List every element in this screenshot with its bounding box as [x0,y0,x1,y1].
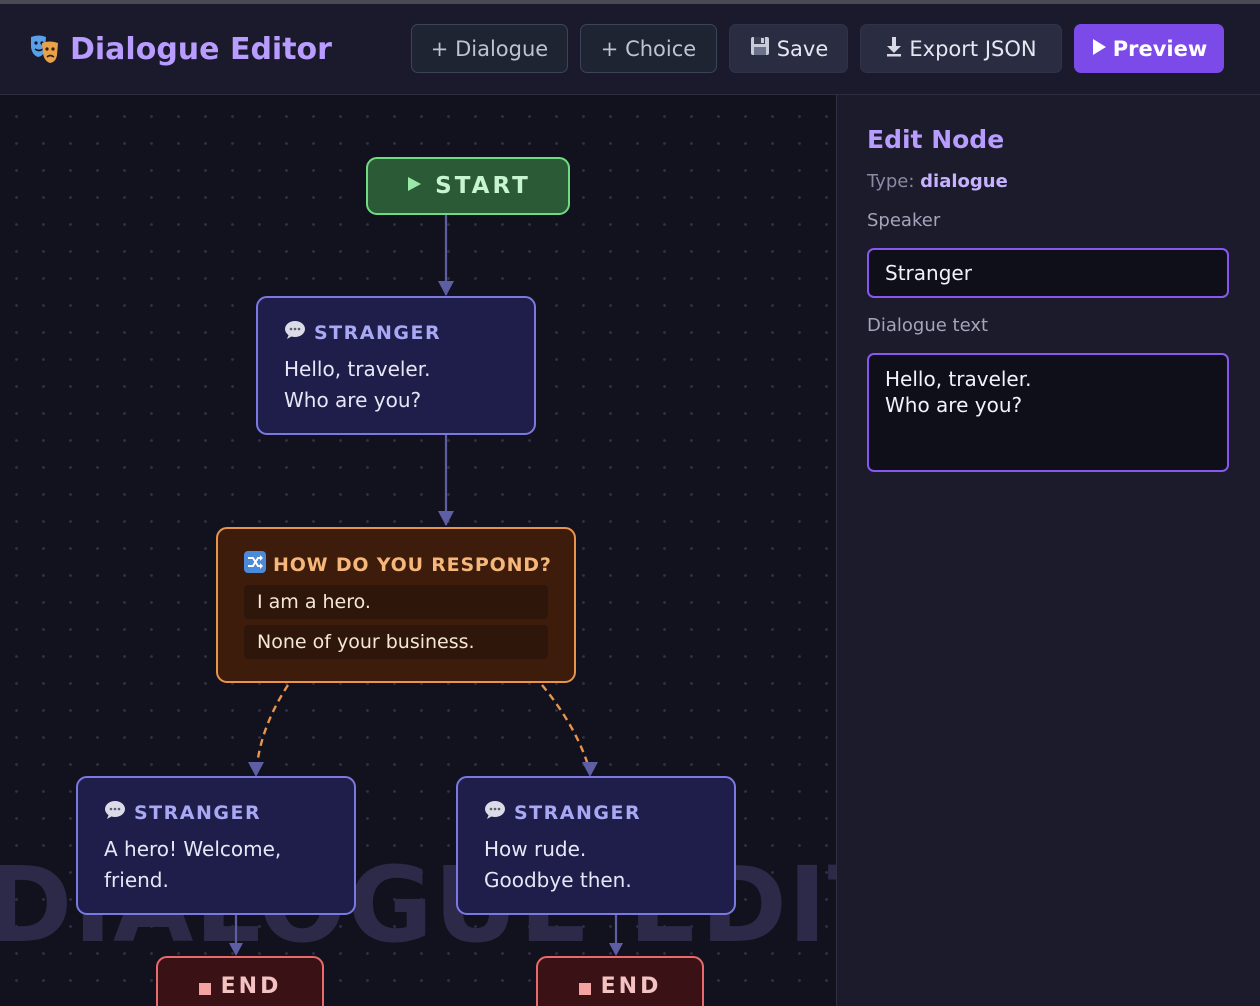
choice-node-header: HOW DO YOU RESPOND? [244,551,552,578]
dialogue-node-header: STRANGER [284,320,441,345]
dialogue-line: Who are you? [284,388,422,412]
end-node-label: END [220,974,282,999]
shuffle-icon [244,551,266,578]
add-choice-button[interactable]: + Choice [580,24,717,73]
dialogue-line: friend. [104,868,169,892]
play-icon [405,173,423,199]
choice-node[interactable]: HOW DO YOU RESPOND? I am a hero. None of… [216,527,576,683]
preview-button[interactable]: Preview [1074,24,1224,73]
speech-bubble-icon [284,320,306,345]
dialogue-node-hero[interactable]: STRANGER A hero! Welcome, friend. [76,776,356,915]
start-node-label: START [435,173,531,199]
theater-masks-icon [28,32,62,66]
dialogue-node-header: STRANGER [104,800,261,825]
add-dialogue-button[interactable]: + Dialogue [411,24,568,73]
export-json-label: Export JSON [909,36,1037,61]
speaker-name: STRANGER [314,321,442,344]
panel-title: Edit Node [867,125,1005,154]
dialogue-line: How rude. [484,837,587,861]
dialogue-text: A hero! Welcome, friend. [104,834,344,896]
play-icon [1091,37,1107,61]
app-title-text: Dialogue Editor [70,31,332,67]
dialogue-line: A hero! Welcome, [104,837,282,861]
add-dialogue-label: + Dialogue [430,36,549,61]
dialogue-text: Hello, traveler. Who are you? [284,354,524,416]
dialogue-text-label: Dialogue text [867,315,989,336]
choice-option-business[interactable]: None of your business. [244,625,548,659]
dialogue-node-header: STRANGER [484,800,641,825]
node-type-label: Type: [867,171,915,192]
save-button[interactable]: Save [729,24,848,73]
speech-bubble-icon [484,800,506,825]
edge-stranger-to-choice [438,434,454,526]
add-choice-label: + Choice [600,36,697,61]
toolbar: Dialogue Editor + Dialogue + Choice Save… [0,4,1260,95]
edit-node-panel: Edit Node Type: dialogue Speaker Dialogu… [836,95,1260,1006]
end-node-hero[interactable]: END [156,956,324,1006]
end-node-label: END [600,974,662,999]
edge-choice-option-1 [248,684,290,777]
edge-choice-option-2 [541,684,598,777]
floppy-disk-icon [749,35,771,62]
end-node-rude[interactable]: END [536,956,704,1006]
speaker-name: STRANGER [514,801,642,824]
export-json-button[interactable]: Export JSON [860,24,1062,73]
app-title: Dialogue Editor [28,30,332,68]
choice-title: HOW DO YOU RESPOND? [273,553,552,576]
dialogue-text: How rude. Goodbye then. [484,834,724,896]
speech-bubble-icon [104,800,126,825]
dialogue-line: Hello, traveler. [284,357,431,381]
edge-rude-to-end [609,914,623,956]
node-type-value: dialogue [920,171,1008,192]
dialogue-text-input[interactable]: Hello, traveler. Who are you? [867,353,1229,472]
node-canvas[interactable]: DIALOGUE EDITOR [0,95,836,1006]
start-node[interactable]: START [366,157,570,215]
stop-square-icon [578,983,591,995]
dialogue-line: Goodbye then. [484,868,632,892]
node-type-row: Type: dialogue [867,171,1008,192]
stop-square-icon [198,983,211,995]
edge-hero-to-end [229,914,243,956]
preview-label: Preview [1112,36,1208,61]
save-label: Save [776,36,829,61]
dialogue-node-rude[interactable]: STRANGER How rude. Goodbye then. [456,776,736,915]
edge-start-to-stranger [438,215,454,296]
speaker-input[interactable] [867,248,1229,298]
choice-option-hero[interactable]: I am a hero. [244,585,548,619]
download-arrow-icon [885,35,903,62]
speaker-field-label: Speaker [867,210,941,231]
dialogue-node-greeting[interactable]: STRANGER Hello, traveler. Who are you? [256,296,536,435]
speaker-name: STRANGER [134,801,262,824]
